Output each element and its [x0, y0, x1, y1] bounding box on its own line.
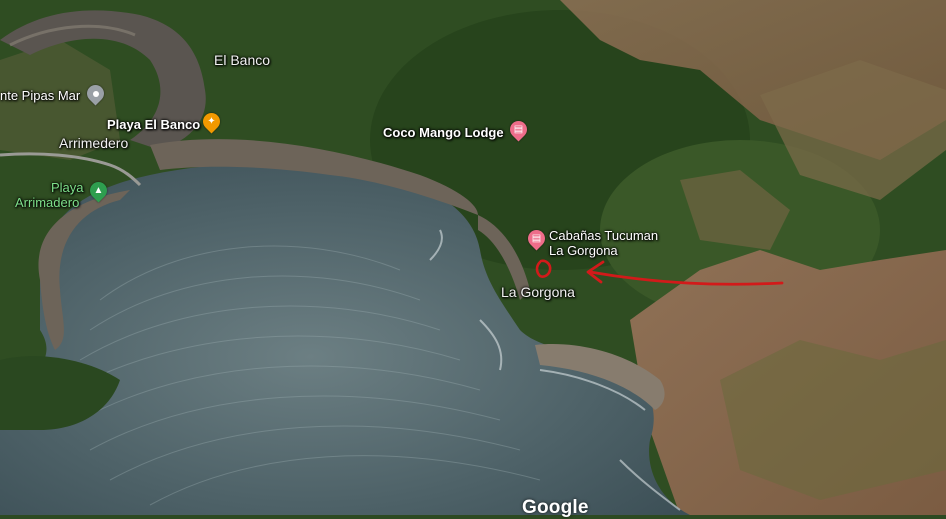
location-icon[interactable] [83, 81, 108, 106]
google-logo: Google [522, 497, 589, 518]
poi-label-coco-mango-lodge[interactable]: Coco Mango Lodge [383, 125, 504, 140]
place-label-arrimedero[interactable]: Arrimedero [59, 136, 128, 151]
poi-label-pipas-mar[interactable]: nte Pipas Mar [0, 88, 80, 103]
hotel-icon[interactable]: ▤ [524, 226, 549, 251]
satellite-map[interactable] [0, 0, 946, 515]
park-icon[interactable]: ▲ [86, 178, 111, 203]
place-label-el-banco[interactable]: El Banco [214, 53, 270, 68]
place-label-la-gorgona[interactable]: La Gorgona [501, 285, 575, 300]
hotel-icon[interactable]: ▤ [506, 117, 531, 142]
poi-label-cabanas-tucuman-line1[interactable]: Cabañas Tucuman [549, 228, 658, 243]
poi-label-playa-arrimadero-line1[interactable]: Playa [51, 180, 84, 195]
poi-label-playa-el-banco[interactable]: Playa El Banco [107, 117, 200, 132]
poi-label-playa-arrimadero-line2[interactable]: Arrimadero [15, 195, 79, 210]
poi-label-cabanas-tucuman-line2[interactable]: La Gorgona [549, 243, 618, 258]
restaurant-icon[interactable]: ✦ [199, 109, 224, 134]
